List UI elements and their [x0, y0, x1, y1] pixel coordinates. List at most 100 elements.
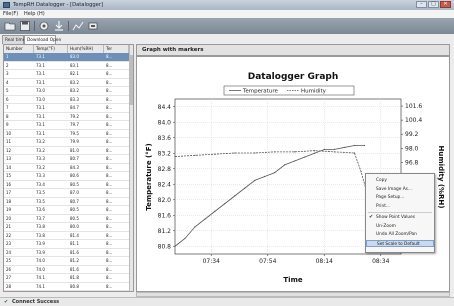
graph-icon[interactable]	[72, 20, 84, 32]
table-row[interactable]: 22 73.8 81.4 8...	[4, 232, 129, 240]
table-cell: 8...	[106, 147, 113, 153]
table-cell: 8...	[106, 130, 113, 136]
save-icon[interactable]	[19, 20, 31, 32]
table-row[interactable]: 1 73.1 83.0 8...	[4, 53, 129, 62]
table-row[interactable]: 23 73.9 81.1 8...	[4, 240, 129, 249]
table-cell: 21	[6, 224, 12, 229]
table-row[interactable]: 2 73.1 83.1 8...	[4, 62, 129, 70]
table-row[interactable]: 21 73.8 80.0 8...	[4, 223, 129, 232]
table-row[interactable]: 19 73.6 80.5 8...	[4, 206, 129, 215]
table-row[interactable]: 28 74.1 80.8 8...	[4, 283, 129, 291]
table-row[interactable]: 25 74.0 81.2 8...	[4, 257, 129, 266]
table-row[interactable]: 20 73.7 80.5 8...	[4, 215, 129, 223]
context-menu-item[interactable]: Set Scale to Default	[366, 239, 434, 247]
table-row[interactable]: 8 73.1 79.2 8...	[4, 113, 129, 121]
table-cell: 73.1	[36, 122, 45, 127]
table-cell: 73.9	[36, 249, 45, 255]
y-left-tick-label: 84.0	[158, 119, 172, 126]
y-left-tick-label: 81.6	[158, 212, 172, 219]
table-row[interactable]: 10 73.1 79.5 8...	[4, 130, 129, 138]
toolbar	[0, 18, 454, 34]
table-cell: 8...	[106, 266, 113, 272]
tab-real-time[interactable]: Real time	[2, 35, 25, 44]
menu-file[interactable]: File(F)	[3, 11, 18, 17]
context-menu-item[interactable]: Undo All Zoom/Pan	[366, 231, 434, 238]
data-point-temperature	[333, 148, 336, 150]
table-cell: 8...	[106, 71, 113, 76]
table-cell: 73.1	[36, 130, 45, 136]
y-left-tick-label: 83.2	[158, 150, 172, 157]
context-menu-item[interactable]: Save Image As...	[366, 186, 434, 193]
table-scrollbar[interactable]	[129, 45, 133, 291]
table-row[interactable]: 11 73.2 79.9 8...	[4, 138, 129, 147]
table-cell: 73.2	[36, 147, 45, 153]
table-row[interactable]: 24 73.9 81.6 8...	[4, 249, 129, 257]
table-cell: 79.7	[70, 122, 79, 127]
table-row[interactable]: 14 73.2 84.3 8...	[4, 164, 129, 172]
table-cell: 73.1	[36, 54, 45, 59]
table-row[interactable]: 12 73.2 81.0 8...	[4, 147, 129, 155]
table-cell: 80.8	[70, 283, 79, 289]
table-cell: 16	[6, 181, 12, 187]
app-window: TempRH Datalogger - [Datalogger] – □ ✕ F…	[0, 0, 454, 306]
column-header-number[interactable]: Number	[4, 45, 34, 53]
table-row[interactable]: 16 73.4 80.5 8...	[4, 181, 129, 189]
open-folder-icon[interactable]	[4, 20, 16, 32]
minimize-button[interactable]: –	[416, 1, 427, 8]
data-point-humidity	[333, 151, 336, 153]
maximize-button[interactable]: □	[428, 1, 439, 8]
app-icon	[3, 2, 10, 8]
table-cell: 5	[6, 88, 9, 93]
table-row[interactable]: 17 73.5 87.0 8...	[4, 189, 129, 198]
table-cell: 28	[6, 283, 12, 289]
menu-help[interactable]: Help (H)	[24, 11, 45, 17]
tab-download-open[interactable]: Download Open	[24, 35, 61, 44]
table-row[interactable]: 9 73.1 79.7 8...	[4, 121, 129, 130]
table-row[interactable]: 27 74.1 81.8 8...	[4, 274, 129, 283]
table-cell: 27	[6, 275, 12, 280]
table-cell: 8...	[106, 190, 113, 195]
table-cell: 19	[6, 207, 12, 212]
check-icon: ✔	[369, 214, 374, 220]
context-menu-item[interactable]: Un-Zoom	[366, 223, 434, 230]
usb-icon[interactable]	[87, 20, 99, 32]
table-row[interactable]: 4 73.1 83.2 8...	[4, 79, 129, 87]
legend-humidity: Humidity	[301, 89, 327, 95]
download-icon[interactable]	[53, 20, 65, 32]
table-cell: 81.1	[70, 241, 79, 246]
table-cell: 73.3	[36, 173, 45, 178]
data-point-humidity	[353, 152, 356, 154]
close-button[interactable]: ✕	[440, 1, 451, 8]
context-menu-item[interactable]: Print...	[366, 203, 434, 210]
table-cell: 73.1	[36, 105, 45, 110]
title-bar: TempRH Datalogger - [Datalogger] – □ ✕	[0, 0, 454, 10]
table-row[interactable]: 7 73.1 84.7 8...	[4, 104, 129, 113]
column-header-temp[interactable]: Temp(°F)	[34, 45, 68, 53]
context-menu-item[interactable]: Show Point Values ✔	[366, 214, 434, 221]
table-cell: 15	[6, 173, 12, 178]
settings-icon[interactable]	[38, 20, 50, 32]
legend-temperature: Temperature	[242, 89, 278, 95]
table-row[interactable]: 6 73.0 83.3 8...	[4, 96, 129, 104]
table-cell: 8...	[106, 224, 113, 229]
scrollbar-thumb[interactable]	[130, 55, 133, 105]
table-row[interactable]: 26 74.0 81.6 8...	[4, 266, 129, 274]
data-point-temperature	[264, 175, 266, 178]
data-point-temperature	[304, 156, 306, 158]
table-cell: 22	[6, 232, 12, 238]
table-row[interactable]: 3 73.1 82.1 8...	[4, 70, 129, 79]
data-point-humidity	[254, 152, 256, 154]
table-row[interactable]: 13 73.3 80.7 8...	[4, 155, 129, 164]
column-header-ter[interactable]: Ter	[104, 45, 129, 53]
column-header-hum[interactable]: Hum(%RH)	[68, 45, 104, 53]
table-cell: 8...	[106, 164, 113, 170]
table-row[interactable]: 18 73.5 80.7 8...	[4, 198, 129, 206]
table-cell: 87.0	[70, 190, 79, 195]
table-row[interactable]: 15 73.3 80.6 8...	[4, 172, 129, 181]
context-menu-item[interactable]: Page Setup...	[366, 194, 434, 201]
context-menu-item[interactable]: Copy	[366, 177, 434, 184]
table-cell: 84.7	[70, 105, 79, 110]
y-left-tick-label: 84.4	[158, 104, 172, 111]
table-row[interactable]: 5 73.0 83.2 8...	[4, 87, 129, 96]
context-menu: Copy Save Image As... Page Setup... Print..…	[365, 173, 435, 253]
